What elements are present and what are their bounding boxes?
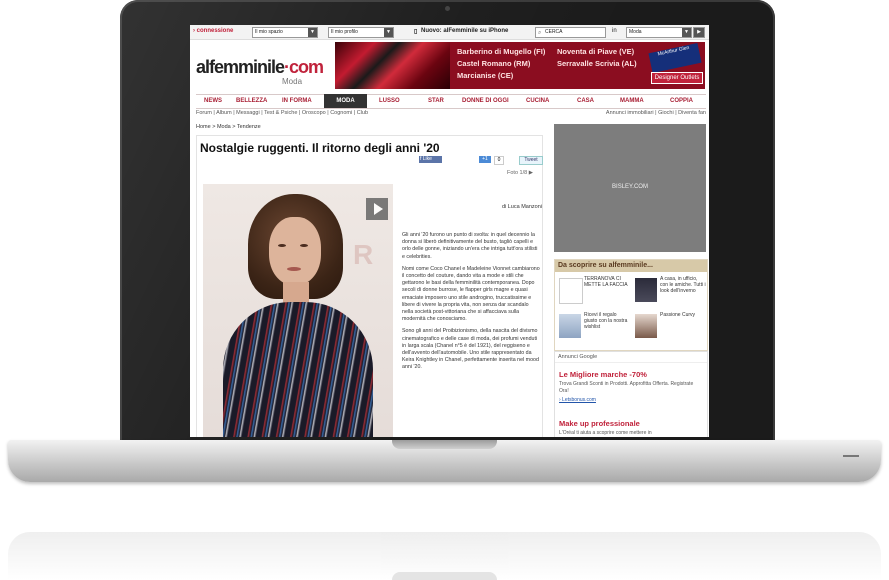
discover-item-label: Ricevi il regalo giusto con la nostra wi…: [584, 312, 628, 330]
article-body: Gli anni '20 furono un punto di svolta: …: [402, 232, 540, 377]
discover-item-label: Passione Curvy: [660, 312, 696, 318]
my-space-label: Il mio spazio: [255, 29, 283, 35]
nav-item-lusso[interactable]: LUSSO: [379, 98, 400, 104]
facebook-icon: f: [420, 156, 422, 162]
nav-item-casa[interactable]: CASA: [577, 98, 594, 104]
search-input[interactable]: ⌕ CERCA: [535, 27, 606, 38]
google-ads-header: Annunci Google: [555, 352, 707, 363]
photo-face: [269, 217, 321, 285]
outlet-badge: Designer Outlets: [651, 72, 703, 84]
banner-line: Marcianise (CE): [457, 71, 514, 80]
banner-line: Castel Romano (RM): [457, 59, 531, 68]
article-paragraph: Gli anni '20 furono un punto di svolta: …: [402, 232, 538, 260]
discover-item[interactable]: Ricevi il regalo giusto con la nostra wi…: [557, 312, 631, 342]
banner-line: Barberino di Mugello (FI): [457, 47, 546, 56]
article-paragraph: Sono gli anni del Proibizionismo, della …: [402, 328, 539, 371]
nav-item-cucina[interactable]: CUCINA: [526, 98, 549, 104]
utility-links[interactable]: Annunci immobiliari | Giochi | Diventa f…: [606, 110, 706, 116]
my-profile-label: Il mio profilo: [331, 29, 358, 35]
brand-logo: McArthur Glen: [648, 43, 702, 73]
reflection-notch: [392, 572, 497, 580]
article-author: di Luca Manzoni: [501, 204, 542, 210]
go-button[interactable]: ▶: [693, 27, 705, 38]
category-select[interactable]: Moda ▼: [626, 27, 692, 38]
banner-image: [335, 42, 450, 89]
discover-item-label: TERRANOVA CI METTE LA FACCIA: [584, 276, 628, 288]
in-label: in: [612, 28, 617, 34]
page-title: Nostalgie ruggenti. Il ritorno degli ann…: [200, 141, 440, 155]
laptop-base: [8, 440, 881, 482]
plus-one-button[interactable]: +1: [479, 156, 491, 163]
discover-box: Da scoprire su alfemminile... TERRANOVA …: [554, 259, 708, 351]
iphone-link[interactable]: Nuovo: alFemminile su iPhone: [421, 28, 508, 34]
nav-item-donne-di-oggi[interactable]: DONNE DI OGGI: [462, 98, 509, 104]
chevron-down-icon: ▼: [682, 28, 691, 37]
discover-item[interactable]: TERRANOVA CI METTE LA FACCIA: [557, 276, 631, 306]
nav-item-bellezza[interactable]: BELLEZZA: [236, 98, 267, 104]
photo-counter[interactable]: Foto 1/8 ▶: [507, 170, 533, 176]
main-nav: NEWS BELLEZZA IN FORMA MODA LUSSO STAR D…: [196, 94, 706, 109]
discover-title: Da scoprire su alfemminile...: [555, 260, 707, 272]
banner-line: Serravalle Scrivia (AL): [557, 59, 637, 68]
base-notch: [392, 440, 497, 449]
ad-description: L'Oréal ti aiuta a scoprire come mettere…: [559, 430, 652, 436]
ad-label: BISLEY.COM: [612, 184, 648, 190]
facebook-like-button[interactable]: f Like: [419, 156, 442, 163]
discover-thumb: [559, 314, 581, 338]
article-paragraph: Nomi come Coco Chanel e Madeleine Vionne…: [402, 265, 540, 323]
backdrop-lettering: R: [353, 239, 374, 270]
category-value: Moda: [629, 29, 642, 35]
logo-subtitle: Moda: [282, 77, 303, 86]
ad-title-link[interactable]: Le Migliore marche -70%: [559, 370, 647, 379]
chevron-down-icon: ▼: [308, 28, 317, 37]
breadcrumb[interactable]: Home > Moda > Tendenze: [196, 124, 261, 130]
camera-icon: [445, 6, 450, 11]
ad-title-link[interactable]: Make up professionale: [559, 419, 640, 428]
discover-thumb: [635, 314, 657, 338]
ad-banner[interactable]: Barberino di Mugello (FI) Castel Romano …: [335, 42, 705, 89]
community-links[interactable]: Forum | Album | Messaggi | Test & Psiche…: [196, 110, 368, 116]
discover-thumb: [635, 278, 657, 302]
tweet-button[interactable]: Tweet: [519, 156, 543, 165]
nav-item-moda[interactable]: MODA: [324, 94, 367, 108]
logo-part-b: femminile: [209, 57, 285, 77]
discover-item[interactable]: A casa, in ufficio, con le amiche. Tutti…: [633, 276, 707, 306]
google-ads: Annunci Google Le Migliore marche -70% T…: [554, 351, 708, 437]
nav-item-star[interactable]: STAR: [428, 98, 444, 104]
browser-screen: › connessione Il mio spazio ▼ Il mio pro…: [190, 25, 709, 437]
nav-item-news[interactable]: NEWS: [204, 98, 222, 104]
nav-item-in-forma[interactable]: IN FORMA: [282, 98, 312, 104]
search-icon: ⌕: [538, 30, 542, 36]
ad-description: Trova Grandi Sconti in Prodotti. Approfi…: [559, 381, 694, 394]
nav-item-mamma[interactable]: MAMMA: [620, 98, 644, 104]
banner-line: Noventa di Piave (VE): [557, 47, 635, 56]
discover-item[interactable]: Passione Curvy: [633, 312, 707, 342]
photo-lips: [287, 267, 301, 271]
photo-dress: [223, 302, 373, 437]
logo-part-c: ·com: [284, 57, 324, 77]
like-label: Like: [422, 156, 432, 162]
my-space-select[interactable]: Il mio spazio ▼: [252, 27, 318, 38]
chevron-down-icon: ▼: [384, 28, 393, 37]
article: Nostalgie ruggenti. Il ritorno degli ann…: [196, 135, 543, 437]
top-toolbar: › connessione Il mio spazio ▼ Il mio pro…: [190, 25, 709, 40]
photo-eye: [278, 244, 286, 247]
sidebar-ad[interactable]: BISLEY.COM: [554, 124, 706, 252]
site-logo[interactable]: alfemminile·com: [196, 57, 324, 78]
ad-url-link[interactable]: › Letsbonus.com: [559, 397, 596, 403]
article-photo[interactable]: R: [203, 184, 393, 437]
search-placeholder: CERCA: [545, 29, 563, 35]
nav-item-coppia[interactable]: COPPIA: [670, 98, 693, 104]
laptop-reflection: [8, 532, 881, 580]
my-profile-select[interactable]: Il mio profilo ▼: [328, 27, 394, 38]
status-led: [843, 455, 859, 457]
logo-part-a: al: [196, 57, 210, 77]
phone-icon: ▯: [414, 29, 418, 35]
play-icon[interactable]: [366, 198, 388, 220]
connect-link[interactable]: › connessione: [193, 28, 233, 34]
discover-thumb: [559, 278, 583, 304]
photo-eye: [300, 244, 308, 247]
plus-one-count: 0: [494, 156, 504, 165]
discover-item-label: A casa, in ufficio, con le amiche. Tutti…: [660, 276, 706, 294]
